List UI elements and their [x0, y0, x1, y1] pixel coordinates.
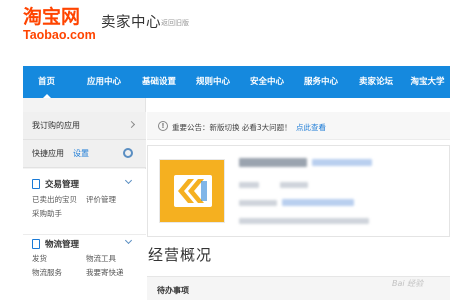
- subscribed-apps-label: 我订购的应用: [32, 121, 80, 130]
- blurred-field: [239, 200, 277, 206]
- nav-item-taobao-university[interactable]: 淘宝大学: [405, 66, 450, 98]
- gear-icon[interactable]: [123, 148, 133, 158]
- taobao-logo[interactable]: 淘宝网 Taobao.com: [23, 6, 97, 46]
- shop-badges-blurred: [312, 159, 372, 166]
- page-title: 卖家中心: [101, 15, 161, 31]
- sidebar: 我订购的应用 快捷应用 设置 交易管理 已卖出的宝贝 评价管理 采购助手 物流管…: [23, 98, 146, 300]
- nav-item-service-center[interactable]: 服务中心: [295, 66, 347, 98]
- business-overview-title: 经营概况: [148, 246, 213, 264]
- info-icon: !: [158, 121, 168, 131]
- purchase-assistant-link[interactable]: 采购助手: [32, 208, 62, 219]
- nav-item-app-center[interactable]: 应用中心: [78, 66, 130, 98]
- blurred-field: [239, 182, 259, 188]
- announcement-text: 重要公告：新版切换 必看3大问题！: [172, 123, 292, 132]
- sidebar-group-trade: 交易管理 已卖出的宝贝 评价管理 采购助手: [23, 169, 146, 234]
- announcement-bar: ! 重要公告：新版切换 必看3大问题！ 点此查看: [147, 112, 450, 140]
- sidebar-subscribed-apps[interactable]: 我订购的应用: [23, 112, 146, 140]
- nav-item-basic-settings[interactable]: 基础设置: [133, 66, 185, 98]
- review-management-link[interactable]: 评价管理: [86, 194, 116, 205]
- watermark: Bai 经验: [392, 279, 424, 288]
- nav-item-seller-forum[interactable]: 卖家论坛: [350, 66, 402, 98]
- nav-item-rules-center[interactable]: 规则中心: [187, 66, 239, 98]
- shop-name-blurred: [239, 158, 307, 167]
- blurred-link: [282, 199, 354, 206]
- trade-group-title: 交易管理: [45, 180, 80, 190]
- shop-profile-card: [147, 145, 450, 237]
- send-express-link[interactable]: 我要寄快递: [86, 267, 124, 278]
- chevron-down-icon[interactable]: [124, 176, 133, 185]
- chevron-down-icon[interactable]: [124, 236, 133, 245]
- nav-item-home[interactable]: 首页: [23, 66, 70, 98]
- quick-apps-label: 快捷应用: [32, 149, 64, 158]
- shop-logo-icon: [174, 175, 212, 207]
- blurred-field: [239, 218, 369, 224]
- sold-items-link[interactable]: 已卖出的宝贝: [32, 194, 77, 205]
- sidebar-quick-apps: 快捷应用 设置: [23, 140, 146, 168]
- shop-avatar[interactable]: [159, 159, 225, 223]
- logistics-tools-link[interactable]: 物流工具: [86, 253, 116, 264]
- trade-icon: [32, 179, 40, 189]
- header: 淘宝网 Taobao.com 卖家中心 返回旧版: [0, 0, 450, 66]
- nav-item-security-center[interactable]: 安全中心: [241, 66, 293, 98]
- sidebar-group-logistics: 物流管理 发货 物流工具 物流服务 我要寄快递: [23, 234, 146, 300]
- announcement-link[interactable]: 点此查看: [296, 122, 326, 133]
- shop-logo-graphic: [178, 179, 207, 203]
- ship-link[interactable]: 发货: [32, 253, 47, 264]
- logistics-group-title: 物流管理: [45, 240, 80, 250]
- todo-title: 待办事项: [157, 286, 189, 295]
- logistics-icon: [32, 239, 40, 249]
- main-nav: 首页 应用中心 基础设置 规则中心 安全中心 服务中心 卖家论坛 淘宝大学: [23, 66, 450, 98]
- logo-sub-text: Taobao.com: [23, 28, 96, 42]
- blurred-field: [280, 182, 308, 188]
- logistics-service-link[interactable]: 物流服务: [32, 267, 62, 278]
- back-to-old-version-link[interactable]: 返回旧版: [161, 18, 189, 28]
- quick-apps-settings-link[interactable]: 设置: [73, 148, 89, 159]
- logo-main-text: 淘宝网: [23, 6, 81, 28]
- chevron-right-icon: [127, 120, 136, 129]
